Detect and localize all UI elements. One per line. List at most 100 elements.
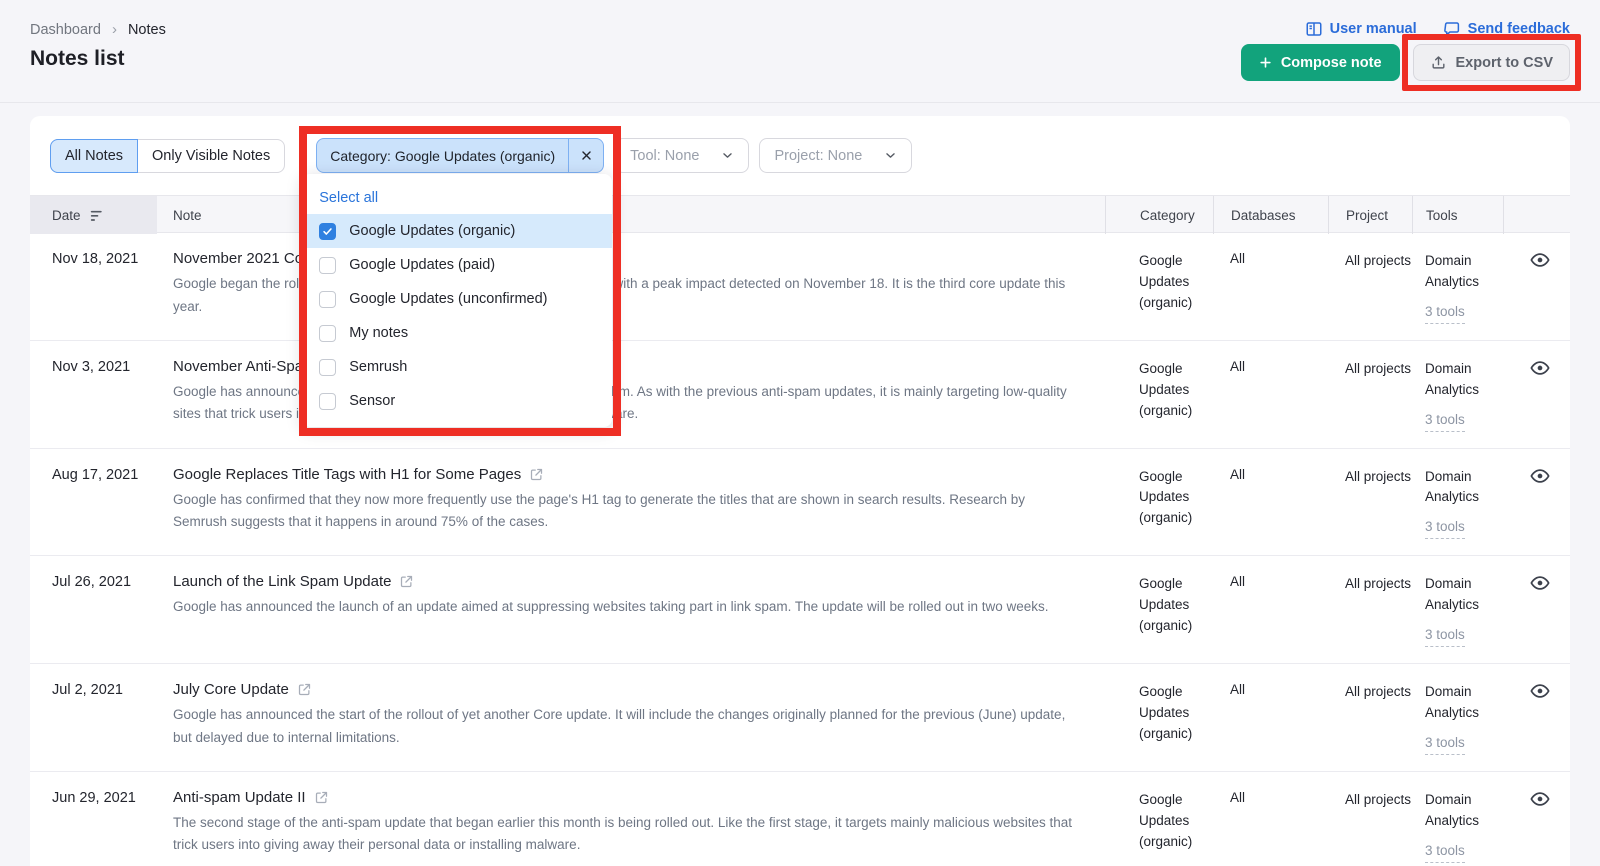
breadcrumb: Dashboard › Notes (30, 21, 166, 38)
category-option-my-notes[interactable]: My notes (302, 316, 612, 350)
note-databases: All (1213, 250, 1328, 266)
tools-count-link[interactable]: 3 tools (1425, 841, 1465, 863)
compose-note-button[interactable]: Compose note (1241, 44, 1400, 81)
checkbox-checked-icon (319, 223, 336, 240)
note-description: Google has announced the start of the ro… (173, 704, 1077, 749)
note-tools: Domain Analytics 3 tools (1412, 681, 1503, 755)
external-link-icon[interactable] (297, 682, 312, 697)
category-chip-label: Category: Google Updates (organic) (317, 148, 568, 164)
table-row: Aug 17, 2021 Google Replaces Title Tags … (30, 449, 1570, 557)
category-option-google-updates-paid[interactable]: Google Updates (paid) (302, 248, 612, 282)
notes-card: All Notes Only Visible Notes Category: G… (30, 116, 1570, 866)
note-project: All projects (1328, 250, 1412, 272)
table-body: Nov 18, 2021 November 2021 Core Update G… (30, 233, 1570, 866)
note-tools-main: Domain Analytics (1425, 790, 1503, 832)
external-link-icon[interactable] (399, 574, 414, 589)
topbar: Dashboard › Notes User manual Send feedb… (0, 0, 1600, 103)
book-icon (1305, 20, 1323, 38)
note-description: Google has announced the launch of an up… (173, 596, 1077, 619)
project-filter-dropdown[interactable]: Project: None (759, 138, 912, 173)
view-toggle: All Notes Only Visible Notes (50, 139, 285, 173)
category-option-google-updates-unconfirmed[interactable]: Google Updates (unconfirmed) (302, 282, 612, 316)
visibility-cell (1503, 250, 1570, 270)
close-icon[interactable] (568, 138, 603, 173)
segment-only-visible-notes[interactable]: Only Visible Notes (138, 140, 284, 172)
external-link-icon[interactable] (314, 790, 329, 805)
tools-count-link[interactable]: 3 tools (1425, 625, 1465, 647)
category-filter-chip[interactable]: Category: Google Updates (organic) (316, 138, 604, 173)
note-tools: Domain Analytics 3 tools (1412, 250, 1503, 324)
note-tools-main: Domain Analytics (1425, 467, 1503, 509)
tools-count-link[interactable]: 3 tools (1425, 302, 1465, 324)
option-label: Google Updates (paid) (349, 257, 495, 273)
top-actions: Compose note Export to CSV (1241, 44, 1570, 81)
note-description: The second stage of the anti-spam update… (173, 812, 1077, 857)
note-category: Google Updates (organic) (1105, 250, 1213, 314)
eye-icon[interactable] (1529, 250, 1570, 270)
note-title: Launch of the Link Spam Update (173, 573, 1077, 590)
option-label: Google Updates (unconfirmed) (349, 291, 547, 307)
eye-icon[interactable] (1529, 358, 1570, 378)
note-title-text: Google Replaces Title Tags with H1 for S… (173, 466, 521, 483)
segment-all-notes[interactable]: All Notes (50, 139, 138, 173)
note-project: All projects (1328, 358, 1412, 380)
checkbox-icon (319, 393, 336, 410)
visibility-cell (1503, 358, 1570, 378)
table-header: Date Note Category Databases Project Too… (30, 195, 1570, 233)
note-date: Jul 2, 2021 (30, 681, 157, 698)
note-title-text: Anti-spam Update II (173, 789, 306, 806)
note-tools: Domain Analytics 3 tools (1412, 573, 1503, 647)
note-tools: Domain Analytics 3 tools (1412, 466, 1503, 540)
eye-icon[interactable] (1529, 573, 1570, 593)
table-row: Nov 3, 2021 November Anti-Spam Update Go… (30, 341, 1570, 449)
note-date: Jul 26, 2021 (30, 573, 157, 590)
export-to-csv-label: Export to CSV (1456, 55, 1553, 71)
compose-note-label: Compose note (1281, 55, 1382, 71)
note-category: Google Updates (organic) (1105, 573, 1213, 637)
note-description: Google has confirmed that they now more … (173, 489, 1077, 534)
export-highlight-annotation: Export to CSV (1402, 34, 1581, 91)
checkbox-icon (319, 325, 336, 342)
external-link-icon[interactable] (529, 467, 544, 482)
tools-count-link[interactable]: 3 tools (1425, 517, 1465, 539)
plus-icon (1259, 56, 1272, 69)
eye-icon[interactable] (1529, 681, 1570, 701)
tool-filter-dropdown[interactable]: Tool: None (615, 138, 749, 173)
visibility-cell (1503, 789, 1570, 809)
eye-icon[interactable] (1529, 789, 1570, 809)
eye-icon[interactable] (1529, 466, 1570, 486)
note-title-text: Launch of the Link Spam Update (173, 573, 391, 590)
breadcrumb-dashboard[interactable]: Dashboard (30, 22, 101, 38)
note-project: All projects (1328, 681, 1412, 703)
column-header-note: Note (157, 196, 1105, 234)
tools-count-link[interactable]: 3 tools (1425, 410, 1465, 432)
note-databases: All (1213, 573, 1328, 589)
user-manual-link[interactable]: User manual (1305, 20, 1417, 38)
filter-bar: All Notes Only Visible Notes Category: G… (30, 116, 1570, 195)
note-title: Google Replaces Title Tags with H1 for S… (173, 466, 1077, 483)
note-project: All projects (1328, 466, 1412, 488)
note-title: July Core Update (173, 681, 1077, 698)
category-option-sensor[interactable]: Sensor (302, 384, 612, 418)
select-all-link[interactable]: Select all (302, 181, 612, 214)
export-to-csv-button[interactable]: Export to CSV (1413, 44, 1570, 81)
tools-count-link[interactable]: 3 tools (1425, 733, 1465, 755)
note-date: Nov 3, 2021 (30, 358, 157, 375)
note-cell: July Core Update Google has announced th… (157, 681, 1105, 749)
note-cell: November Anti-Spam Update Google has ann… (157, 358, 1105, 426)
option-label: Google Updates (organic) (349, 223, 515, 239)
note-tools-main: Domain Analytics (1425, 359, 1503, 401)
option-label: Semrush (349, 359, 407, 375)
visibility-cell (1503, 466, 1570, 486)
sort-icon (90, 208, 105, 222)
category-option-google-updates-organic[interactable]: Google Updates (organic) (302, 214, 612, 248)
chevron-down-icon (884, 149, 897, 162)
column-header-category: Category (1105, 196, 1213, 234)
table-row: Jun 29, 2021 Anti-spam Update II The sec… (30, 772, 1570, 866)
note-title-text: July Core Update (173, 681, 289, 698)
tool-pill-label: Tool: None (630, 148, 699, 164)
checkbox-icon (319, 257, 336, 274)
breadcrumb-separator: › (112, 21, 117, 38)
category-option-semrush[interactable]: Semrush (302, 350, 612, 384)
column-header-date[interactable]: Date (30, 196, 157, 234)
